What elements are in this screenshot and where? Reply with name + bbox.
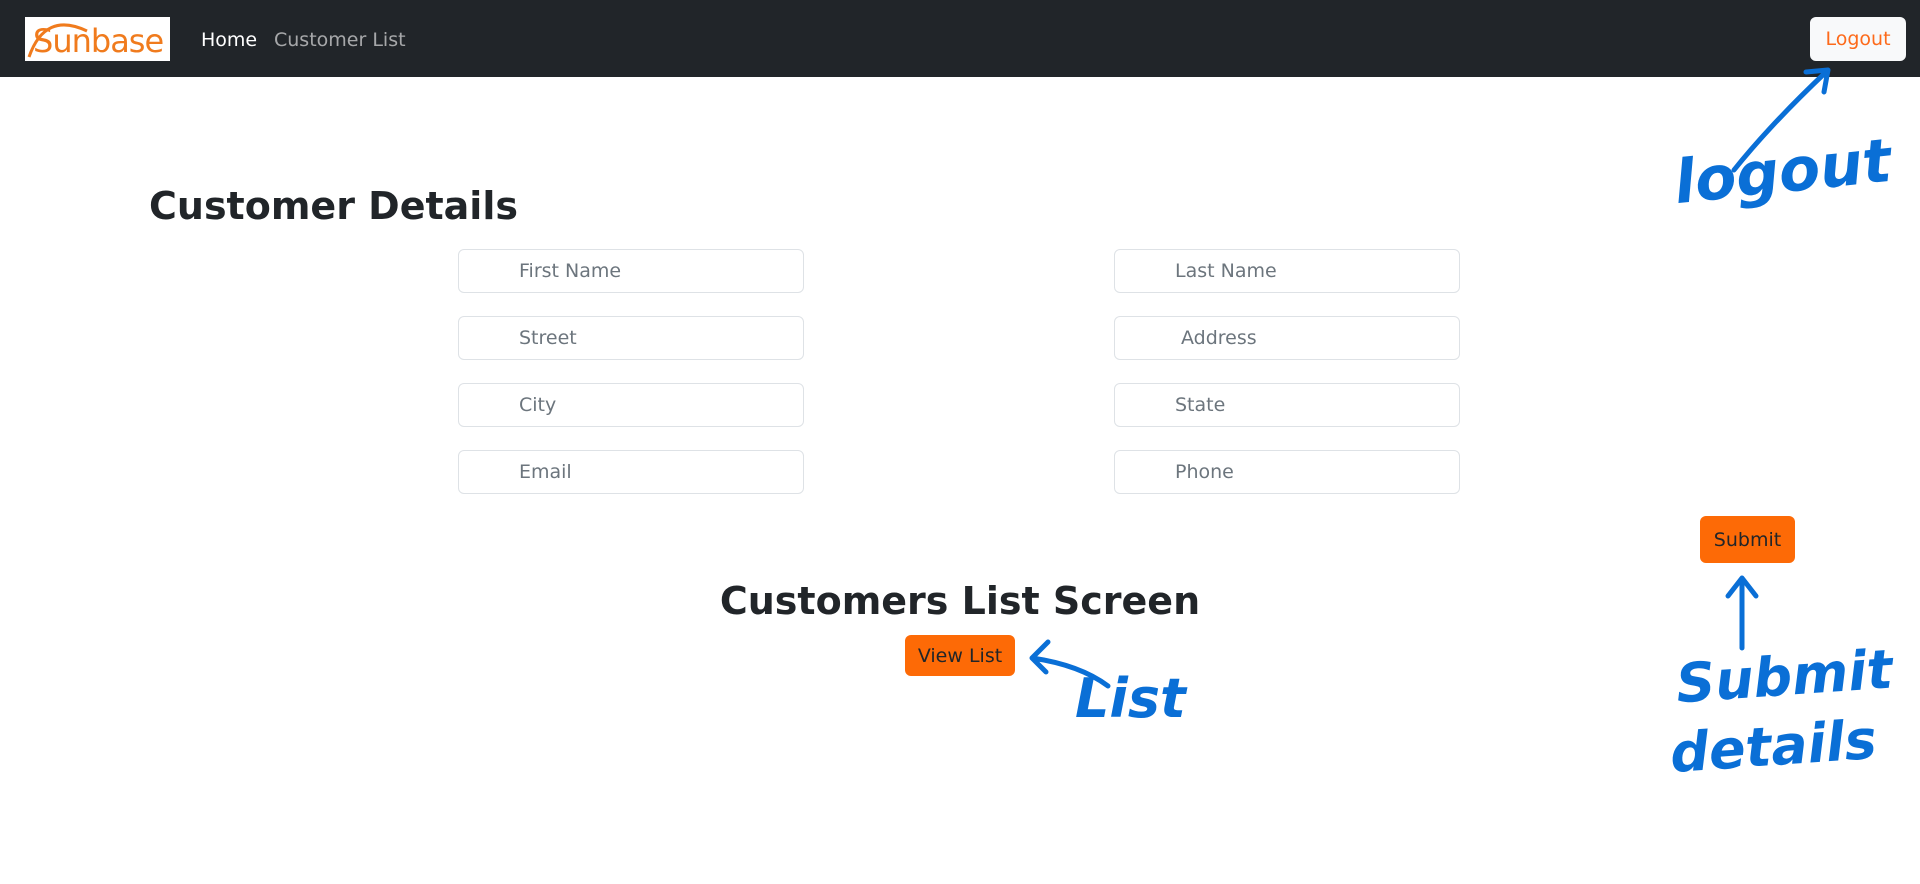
handwritten-annotations: [1029, 67, 1831, 689]
customers-list-title: Customers List Screen: [719, 579, 1201, 623]
annotation-list: List: [1075, 667, 1186, 730]
logout-button[interactable]: Logout: [1810, 17, 1906, 61]
annotation-submit: Submit: [1674, 637, 1895, 716]
annotation-details: details: [1668, 707, 1879, 786]
top-navbar: Sunbase Home Customer List Logout: [0, 0, 1920, 77]
first-name-field[interactable]: [458, 249, 804, 293]
logo-text: Sunbase: [33, 22, 164, 60]
address-field[interactable]: [1114, 316, 1460, 360]
state-field[interactable]: [1114, 383, 1460, 427]
submit-button[interactable]: Submit: [1700, 516, 1795, 563]
nav-customer-list-link[interactable]: Customer List: [274, 28, 406, 52]
phone-field[interactable]: [1114, 450, 1460, 494]
last-name-field[interactable]: [1114, 249, 1460, 293]
customer-details-title: Customer Details: [149, 184, 518, 228]
street-field[interactable]: [458, 316, 804, 360]
view-list-button[interactable]: View List: [905, 635, 1015, 676]
annotation-logout: logout: [1670, 125, 1895, 219]
email-field[interactable]: [458, 450, 804, 494]
city-field[interactable]: [458, 383, 804, 427]
nav-home-link[interactable]: Home: [201, 28, 257, 52]
sunbase-logo[interactable]: Sunbase: [25, 17, 170, 61]
